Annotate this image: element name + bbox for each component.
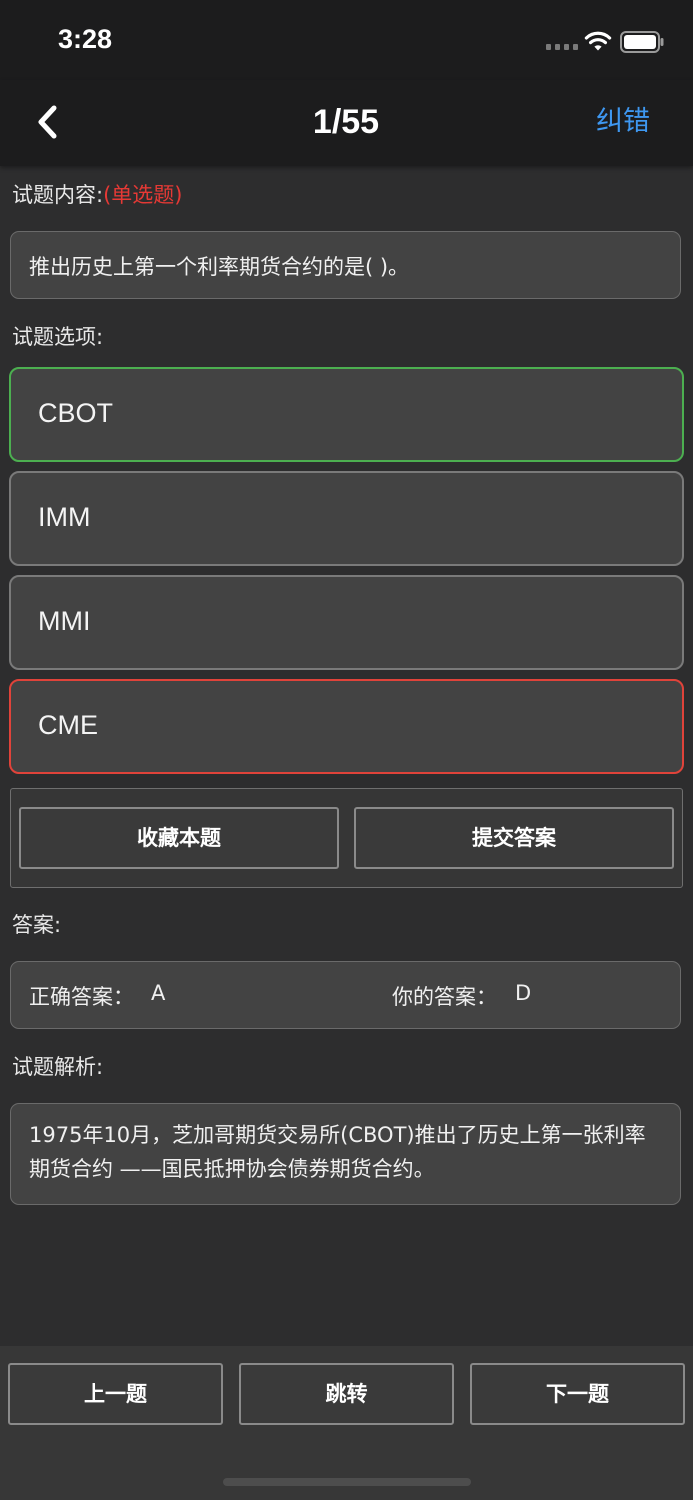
question-type-tag: (单选题) [103, 183, 183, 207]
home-indicator[interactable] [223, 1478, 471, 1486]
status-bar: 3:28 [0, 0, 693, 80]
option-c[interactable]: MMI [9, 575, 684, 670]
analysis-card: 1975年10月，芝加哥期货交易所(CBOT)推出了历史上第一张利率期货合约 —… [10, 1103, 681, 1205]
status-time: 3:28 [58, 24, 113, 54]
your-answer-value: D [515, 981, 532, 1005]
submit-answer-button[interactable]: 提交答案 [354, 807, 674, 869]
bottom-navigation: 上一题 跳转 下一题 [0, 1346, 693, 1500]
question-label-row: 试题内容:(单选题) [12, 180, 182, 210]
chevron-left-icon[interactable] [30, 102, 66, 142]
battery-icon [620, 31, 664, 53]
page-title: 1/55 [312, 103, 380, 141]
analysis-text: 1975年10月，芝加哥期货交易所(CBOT)推出了历史上第一张利率期货合约 —… [29, 1123, 646, 1181]
answer-label: 答案: [12, 913, 62, 937]
option-b[interactable]: IMM [9, 471, 684, 566]
option-d[interactable]: CME [9, 679, 684, 774]
analysis-label: 试题解析: [12, 1055, 104, 1079]
options-label: 试题选项: [12, 325, 104, 349]
option-text: MMI [38, 606, 91, 636]
next-question-button[interactable]: 下一题 [470, 1363, 685, 1425]
option-a[interactable]: CBOT [9, 367, 684, 462]
question-text: 推出历史上第一个利率期货合约的是( )。 [29, 255, 410, 279]
answer-card: 正确答案： A 你的答案： D [10, 961, 681, 1029]
option-text: CBOT [38, 398, 114, 428]
favorite-button[interactable]: 收藏本题 [19, 807, 339, 869]
report-error-button[interactable]: 纠错 [578, 102, 668, 142]
question-label: 试题内容: [12, 183, 104, 207]
correct-answer-label: 正确答案： [29, 985, 134, 1009]
navigation-bar: 1/55 纠错 [0, 80, 693, 166]
option-text: CME [38, 710, 98, 740]
action-button-group: 收藏本题 提交答案 [10, 788, 683, 888]
jump-button[interactable]: 跳转 [239, 1363, 454, 1425]
option-text: IMM [38, 502, 91, 532]
cellular-signal-icon [546, 44, 578, 50]
question-card: 推出历史上第一个利率期货合约的是( )。 [10, 231, 681, 299]
wifi-icon [584, 31, 612, 51]
your-answer-label: 你的答案： [392, 985, 497, 1009]
correct-answer-value: A [151, 981, 166, 1005]
previous-question-button[interactable]: 上一题 [8, 1363, 223, 1425]
